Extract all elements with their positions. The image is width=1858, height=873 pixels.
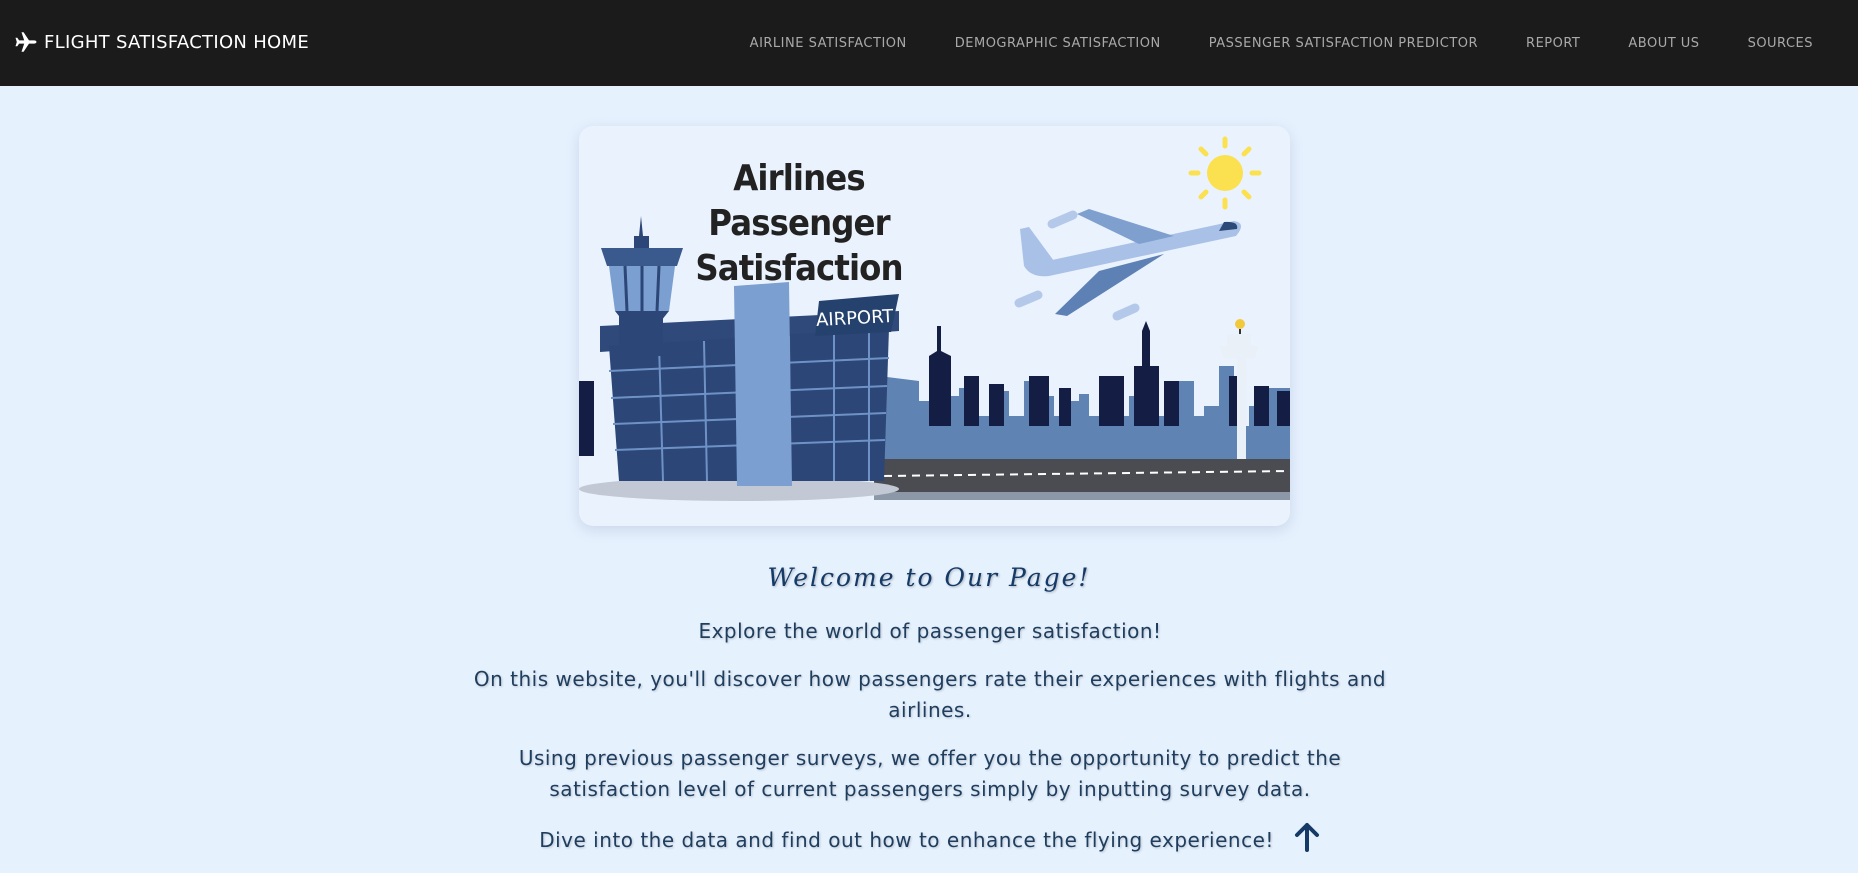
- hero-title: Airlines Passenger Satisfaction: [655, 156, 943, 291]
- brand-home-link[interactable]: FLIGHT SATISFACTION HOME: [14, 27, 309, 57]
- nav-links: AIRLINE SATISFACTION DEMOGRAPHIC SATISFA…: [750, 0, 1813, 86]
- hero-title-line-2: Satisfaction: [695, 248, 903, 289]
- nav-link-sources[interactable]: SOURCES: [1748, 36, 1813, 51]
- nav-link-about-us[interactable]: ABOUT US: [1628, 36, 1699, 51]
- airplane-illustration: [1014, 209, 1242, 321]
- intro-paragraph-2: On this website, you'll discover how pas…: [473, 667, 1387, 722]
- intro-paragraph-4-text: Dive into the data and find out how to e…: [539, 828, 1274, 852]
- hero-title-line-1: Airlines Passenger: [708, 158, 890, 244]
- nav-link-passenger-satisfaction-predictor[interactable]: PASSENGER SATISFACTION PREDICTOR: [1209, 36, 1478, 51]
- nav-link-report[interactable]: REPORT: [1526, 36, 1580, 51]
- brand-label: FLIGHT SATISFACTION HOME: [44, 31, 310, 53]
- welcome-heading: Welcome to Our Page!: [767, 563, 1091, 592]
- intro-paragraph-1: Explore the world of passenger satisfact…: [698, 619, 1162, 643]
- nav-link-airline-satisfaction[interactable]: AIRLINE SATISFACTION: [750, 36, 907, 51]
- sun-icon: [1188, 136, 1262, 210]
- airplane-icon: [15, 32, 37, 52]
- nav-link-demographic-satisfaction[interactable]: DEMOGRAPHIC SATISFACTION: [955, 36, 1161, 51]
- intro-paragraph-4: Dive into the data and find out how to e…: [460, 822, 1400, 861]
- navbar: FLIGHT SATISFACTION HOME AIRLINE SATISFA…: [0, 0, 1858, 86]
- runway: [874, 459, 1290, 500]
- hero-banner: AIRPORT Airlines Passenger Satisfaction: [579, 126, 1290, 526]
- intro-paragraph-3: Using previous passenger surveys, we off…: [518, 746, 1342, 801]
- arrow-up-icon[interactable]: [1293, 822, 1321, 861]
- airport-sign-text: AIRPORT: [816, 306, 895, 331]
